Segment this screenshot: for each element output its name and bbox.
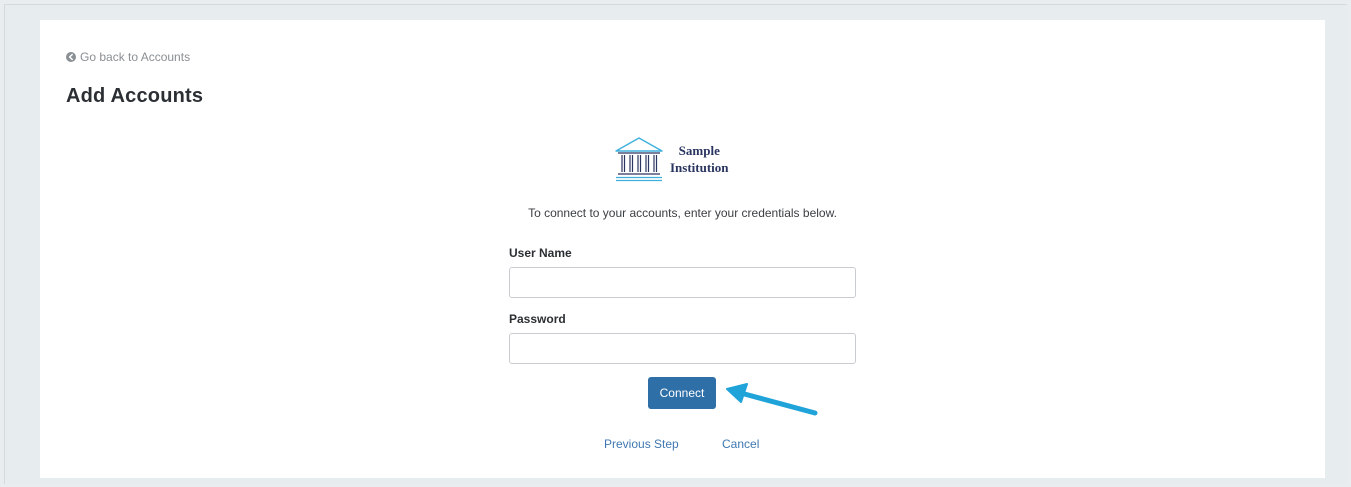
bank-icon bbox=[614, 134, 664, 184]
connect-button[interactable]: Connect bbox=[648, 377, 716, 409]
back-to-accounts-link[interactable]: Go back to Accounts bbox=[66, 50, 190, 64]
institution-name: Sample Institution bbox=[670, 142, 729, 176]
back-link-label: Go back to Accounts bbox=[80, 50, 191, 64]
instructions-text: To connect to your accounts, enter your … bbox=[528, 206, 837, 220]
circle-arrow-left-icon bbox=[66, 52, 76, 62]
institution-name-line2: Institution bbox=[670, 160, 729, 175]
previous-step-link[interactable]: Previous Step bbox=[604, 437, 679, 451]
password-input[interactable] bbox=[509, 333, 856, 364]
username-input[interactable] bbox=[509, 267, 856, 298]
page-title: Add Accounts bbox=[66, 85, 204, 107]
password-label: Password bbox=[509, 312, 566, 326]
add-accounts-card: Go back to Accounts Add Accounts Sample … bbox=[40, 20, 1325, 478]
institution-name-line1: Sample bbox=[678, 143, 720, 158]
institution-logo: Sample Institution bbox=[614, 134, 729, 184]
annotation-arrow-icon bbox=[726, 383, 818, 416]
app-frame: Go back to Accounts Add Accounts Sample … bbox=[4, 4, 1347, 484]
username-label: User Name bbox=[509, 246, 572, 260]
cancel-link[interactable]: Cancel bbox=[722, 437, 759, 451]
